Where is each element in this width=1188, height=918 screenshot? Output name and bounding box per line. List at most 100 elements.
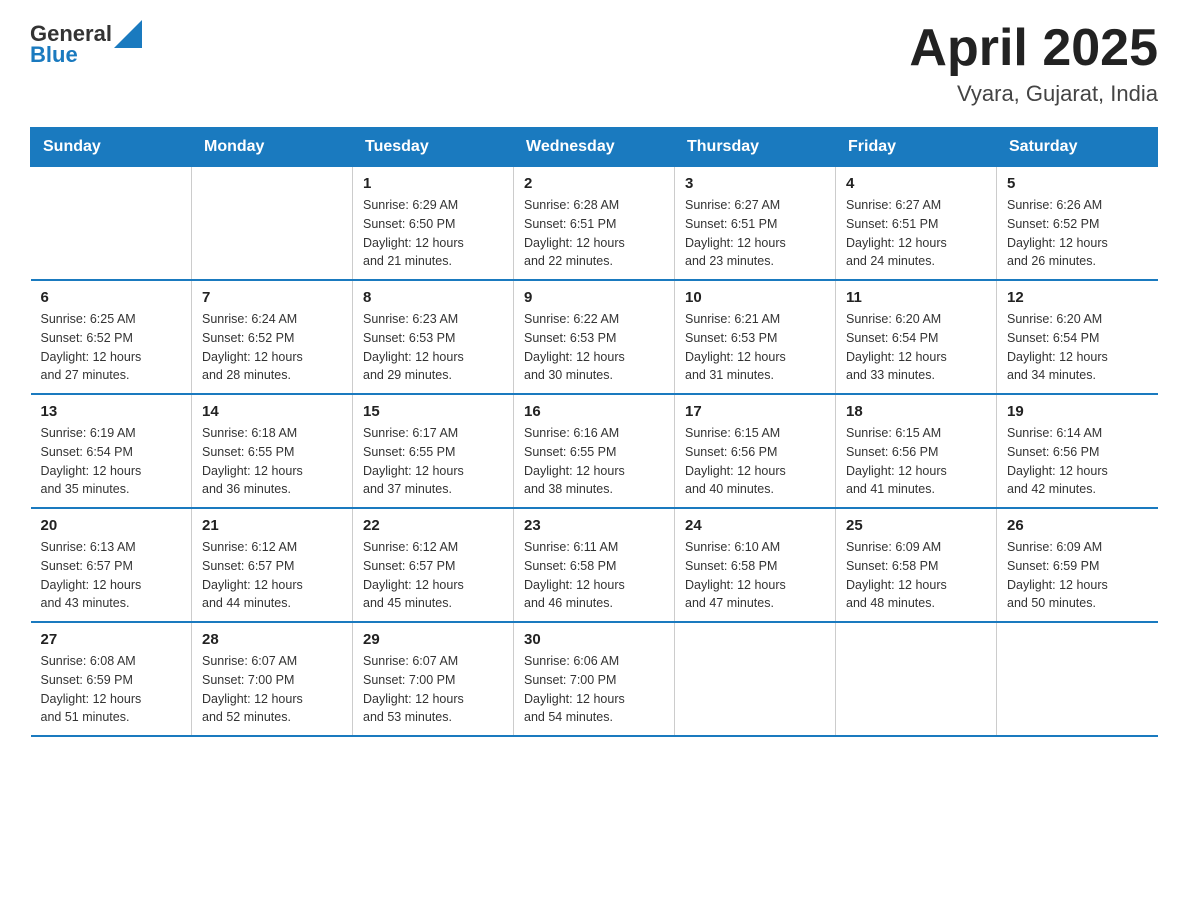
calendar-day-cell: 13 Sunrise: 6:19 AMSunset: 6:54 PMDayligh… — [31, 394, 192, 508]
month-title: April 2025 — [909, 20, 1158, 77]
day-number: 27 — [41, 631, 182, 648]
calendar-day-cell: 8 Sunrise: 6:23 AMSunset: 6:53 PMDaylight… — [353, 280, 514, 394]
calendar-day-cell: 4 Sunrise: 6:27 AMSunset: 6:51 PMDaylight… — [836, 167, 997, 281]
calendar-day-cell: 26 Sunrise: 6:09 AMSunset: 6:59 PMDayligh… — [997, 508, 1158, 622]
calendar-day-cell: 3 Sunrise: 6:27 AMSunset: 6:51 PMDaylight… — [675, 167, 836, 281]
day-info: Sunrise: 6:13 AMSunset: 6:57 PMDaylight:… — [41, 538, 182, 613]
day-info: Sunrise: 6:15 AMSunset: 6:56 PMDaylight:… — [685, 424, 825, 499]
col-friday: Friday — [836, 128, 997, 167]
day-number: 29 — [363, 631, 503, 648]
day-info: Sunrise: 6:27 AMSunset: 6:51 PMDaylight:… — [685, 196, 825, 271]
day-number: 3 — [685, 175, 825, 192]
logo-icon — [114, 20, 142, 48]
calendar-day-cell: 25 Sunrise: 6:09 AMSunset: 6:58 PMDayligh… — [836, 508, 997, 622]
calendar-day-cell: 19Sunrise: 6:14 AMSunset: 6:56 PMDayligh… — [997, 394, 1158, 508]
day-number: 16 — [524, 403, 664, 420]
day-number: 13 — [41, 403, 182, 420]
day-number: 10 — [685, 289, 825, 306]
calendar-day-cell: 12 Sunrise: 6:20 AMSunset: 6:54 PMDayligh… — [997, 280, 1158, 394]
calendar-day-cell: 17 Sunrise: 6:15 AMSunset: 6:56 PMDayligh… — [675, 394, 836, 508]
calendar-table: Sunday Monday Tuesday Wednesday Thursday… — [30, 127, 1158, 737]
calendar-day-cell: 5Sunrise: 6:26 AMSunset: 6:52 PMDaylight… — [997, 167, 1158, 281]
day-info: Sunrise: 6:19 AMSunset: 6:54 PMDaylight:… — [41, 424, 182, 499]
day-number: 11 — [846, 289, 986, 306]
day-number: 24 — [685, 517, 825, 534]
day-info: Sunrise: 6:26 AMSunset: 6:52 PMDaylight:… — [1007, 196, 1148, 271]
day-info: Sunrise: 6:17 AMSunset: 6:55 PMDaylight:… — [363, 424, 503, 499]
day-number: 15 — [363, 403, 503, 420]
day-info: Sunrise: 6:16 AMSunset: 6:55 PMDaylight:… — [524, 424, 664, 499]
logo: General Blue — [30, 20, 142, 68]
day-number: 22 — [363, 517, 503, 534]
calendar-day-cell — [31, 167, 192, 281]
day-info: Sunrise: 6:25 AMSunset: 6:52 PMDaylight:… — [41, 310, 182, 385]
day-info: Sunrise: 6:09 AMSunset: 6:58 PMDaylight:… — [846, 538, 986, 613]
day-number: 20 — [41, 517, 182, 534]
day-number: 18 — [846, 403, 986, 420]
page-header: General Blue April 2025 Vyara, Gujarat, … — [30, 20, 1158, 107]
col-wednesday: Wednesday — [514, 128, 675, 167]
day-info: Sunrise: 6:12 AMSunset: 6:57 PMDaylight:… — [363, 538, 503, 613]
col-monday: Monday — [192, 128, 353, 167]
location-title: Vyara, Gujarat, India — [909, 81, 1158, 107]
day-number: 9 — [524, 289, 664, 306]
day-info: Sunrise: 6:12 AMSunset: 6:57 PMDaylight:… — [202, 538, 342, 613]
calendar-day-cell: 22 Sunrise: 6:12 AMSunset: 6:57 PMDayligh… — [353, 508, 514, 622]
day-info: Sunrise: 6:29 AMSunset: 6:50 PMDaylight:… — [363, 196, 503, 271]
day-number: 7 — [202, 289, 342, 306]
day-info: Sunrise: 6:20 AMSunset: 6:54 PMDaylight:… — [1007, 310, 1148, 385]
calendar-week-row: 20 Sunrise: 6:13 AMSunset: 6:57 PMDayligh… — [31, 508, 1158, 622]
calendar-day-cell: 18 Sunrise: 6:15 AMSunset: 6:56 PMDayligh… — [836, 394, 997, 508]
calendar-week-row: 6 Sunrise: 6:25 AMSunset: 6:52 PMDaylight… — [31, 280, 1158, 394]
day-number: 2 — [524, 175, 664, 192]
calendar-week-row: 1 Sunrise: 6:29 AMSunset: 6:50 PMDaylight… — [31, 167, 1158, 281]
day-info: Sunrise: 6:09 AMSunset: 6:59 PMDaylight:… — [1007, 538, 1148, 613]
day-number: 6 — [41, 289, 182, 306]
calendar-day-cell: 14 Sunrise: 6:18 AMSunset: 6:55 PMDayligh… — [192, 394, 353, 508]
calendar-day-cell: 1 Sunrise: 6:29 AMSunset: 6:50 PMDaylight… — [353, 167, 514, 281]
day-number: 8 — [363, 289, 503, 306]
day-number: 14 — [202, 403, 342, 420]
day-info: Sunrise: 6:21 AMSunset: 6:53 PMDaylight:… — [685, 310, 825, 385]
logo-text-blue: Blue — [30, 42, 78, 68]
col-saturday: Saturday — [997, 128, 1158, 167]
day-number: 26 — [1007, 517, 1148, 534]
day-info: Sunrise: 6:27 AMSunset: 6:51 PMDaylight:… — [846, 196, 986, 271]
calendar-day-cell — [836, 622, 997, 736]
day-info: Sunrise: 6:10 AMSunset: 6:58 PMDaylight:… — [685, 538, 825, 613]
calendar-day-cell: 27 Sunrise: 6:08 AMSunset: 6:59 PMDayligh… — [31, 622, 192, 736]
calendar-day-cell: 28 Sunrise: 6:07 AMSunset: 7:00 PMDayligh… — [192, 622, 353, 736]
day-number: 25 — [846, 517, 986, 534]
title-section: April 2025 Vyara, Gujarat, India — [909, 20, 1158, 107]
calendar-day-cell: 7 Sunrise: 6:24 AMSunset: 6:52 PMDaylight… — [192, 280, 353, 394]
calendar-day-cell — [997, 622, 1158, 736]
col-sunday: Sunday — [31, 128, 192, 167]
day-number: 28 — [202, 631, 342, 648]
day-info: Sunrise: 6:07 AMSunset: 7:00 PMDaylight:… — [363, 652, 503, 727]
day-info: Sunrise: 6:23 AMSunset: 6:53 PMDaylight:… — [363, 310, 503, 385]
col-tuesday: Tuesday — [353, 128, 514, 167]
day-number: 30 — [524, 631, 664, 648]
day-number: 12 — [1007, 289, 1148, 306]
day-number: 19 — [1007, 403, 1148, 420]
day-info: Sunrise: 6:15 AMSunset: 6:56 PMDaylight:… — [846, 424, 986, 499]
day-number: 1 — [363, 175, 503, 192]
calendar-day-cell: 11Sunrise: 6:20 AMSunset: 6:54 PMDayligh… — [836, 280, 997, 394]
calendar-week-row: 27 Sunrise: 6:08 AMSunset: 6:59 PMDayligh… — [31, 622, 1158, 736]
day-number: 4 — [846, 175, 986, 192]
day-info: Sunrise: 6:18 AMSunset: 6:55 PMDaylight:… — [202, 424, 342, 499]
day-info: Sunrise: 6:11 AMSunset: 6:58 PMDaylight:… — [524, 538, 664, 613]
day-info: Sunrise: 6:22 AMSunset: 6:53 PMDaylight:… — [524, 310, 664, 385]
day-info: Sunrise: 6:28 AMSunset: 6:51 PMDaylight:… — [524, 196, 664, 271]
day-info: Sunrise: 6:06 AMSunset: 7:00 PMDaylight:… — [524, 652, 664, 727]
calendar-header-row: Sunday Monday Tuesday Wednesday Thursday… — [31, 128, 1158, 167]
day-number: 17 — [685, 403, 825, 420]
day-info: Sunrise: 6:24 AMSunset: 6:52 PMDaylight:… — [202, 310, 342, 385]
day-info: Sunrise: 6:07 AMSunset: 7:00 PMDaylight:… — [202, 652, 342, 727]
col-thursday: Thursday — [675, 128, 836, 167]
day-info: Sunrise: 6:08 AMSunset: 6:59 PMDaylight:… — [41, 652, 182, 727]
day-number: 21 — [202, 517, 342, 534]
calendar-day-cell — [192, 167, 353, 281]
calendar-day-cell: 30 Sunrise: 6:06 AMSunset: 7:00 PMDayligh… — [514, 622, 675, 736]
day-number: 23 — [524, 517, 664, 534]
